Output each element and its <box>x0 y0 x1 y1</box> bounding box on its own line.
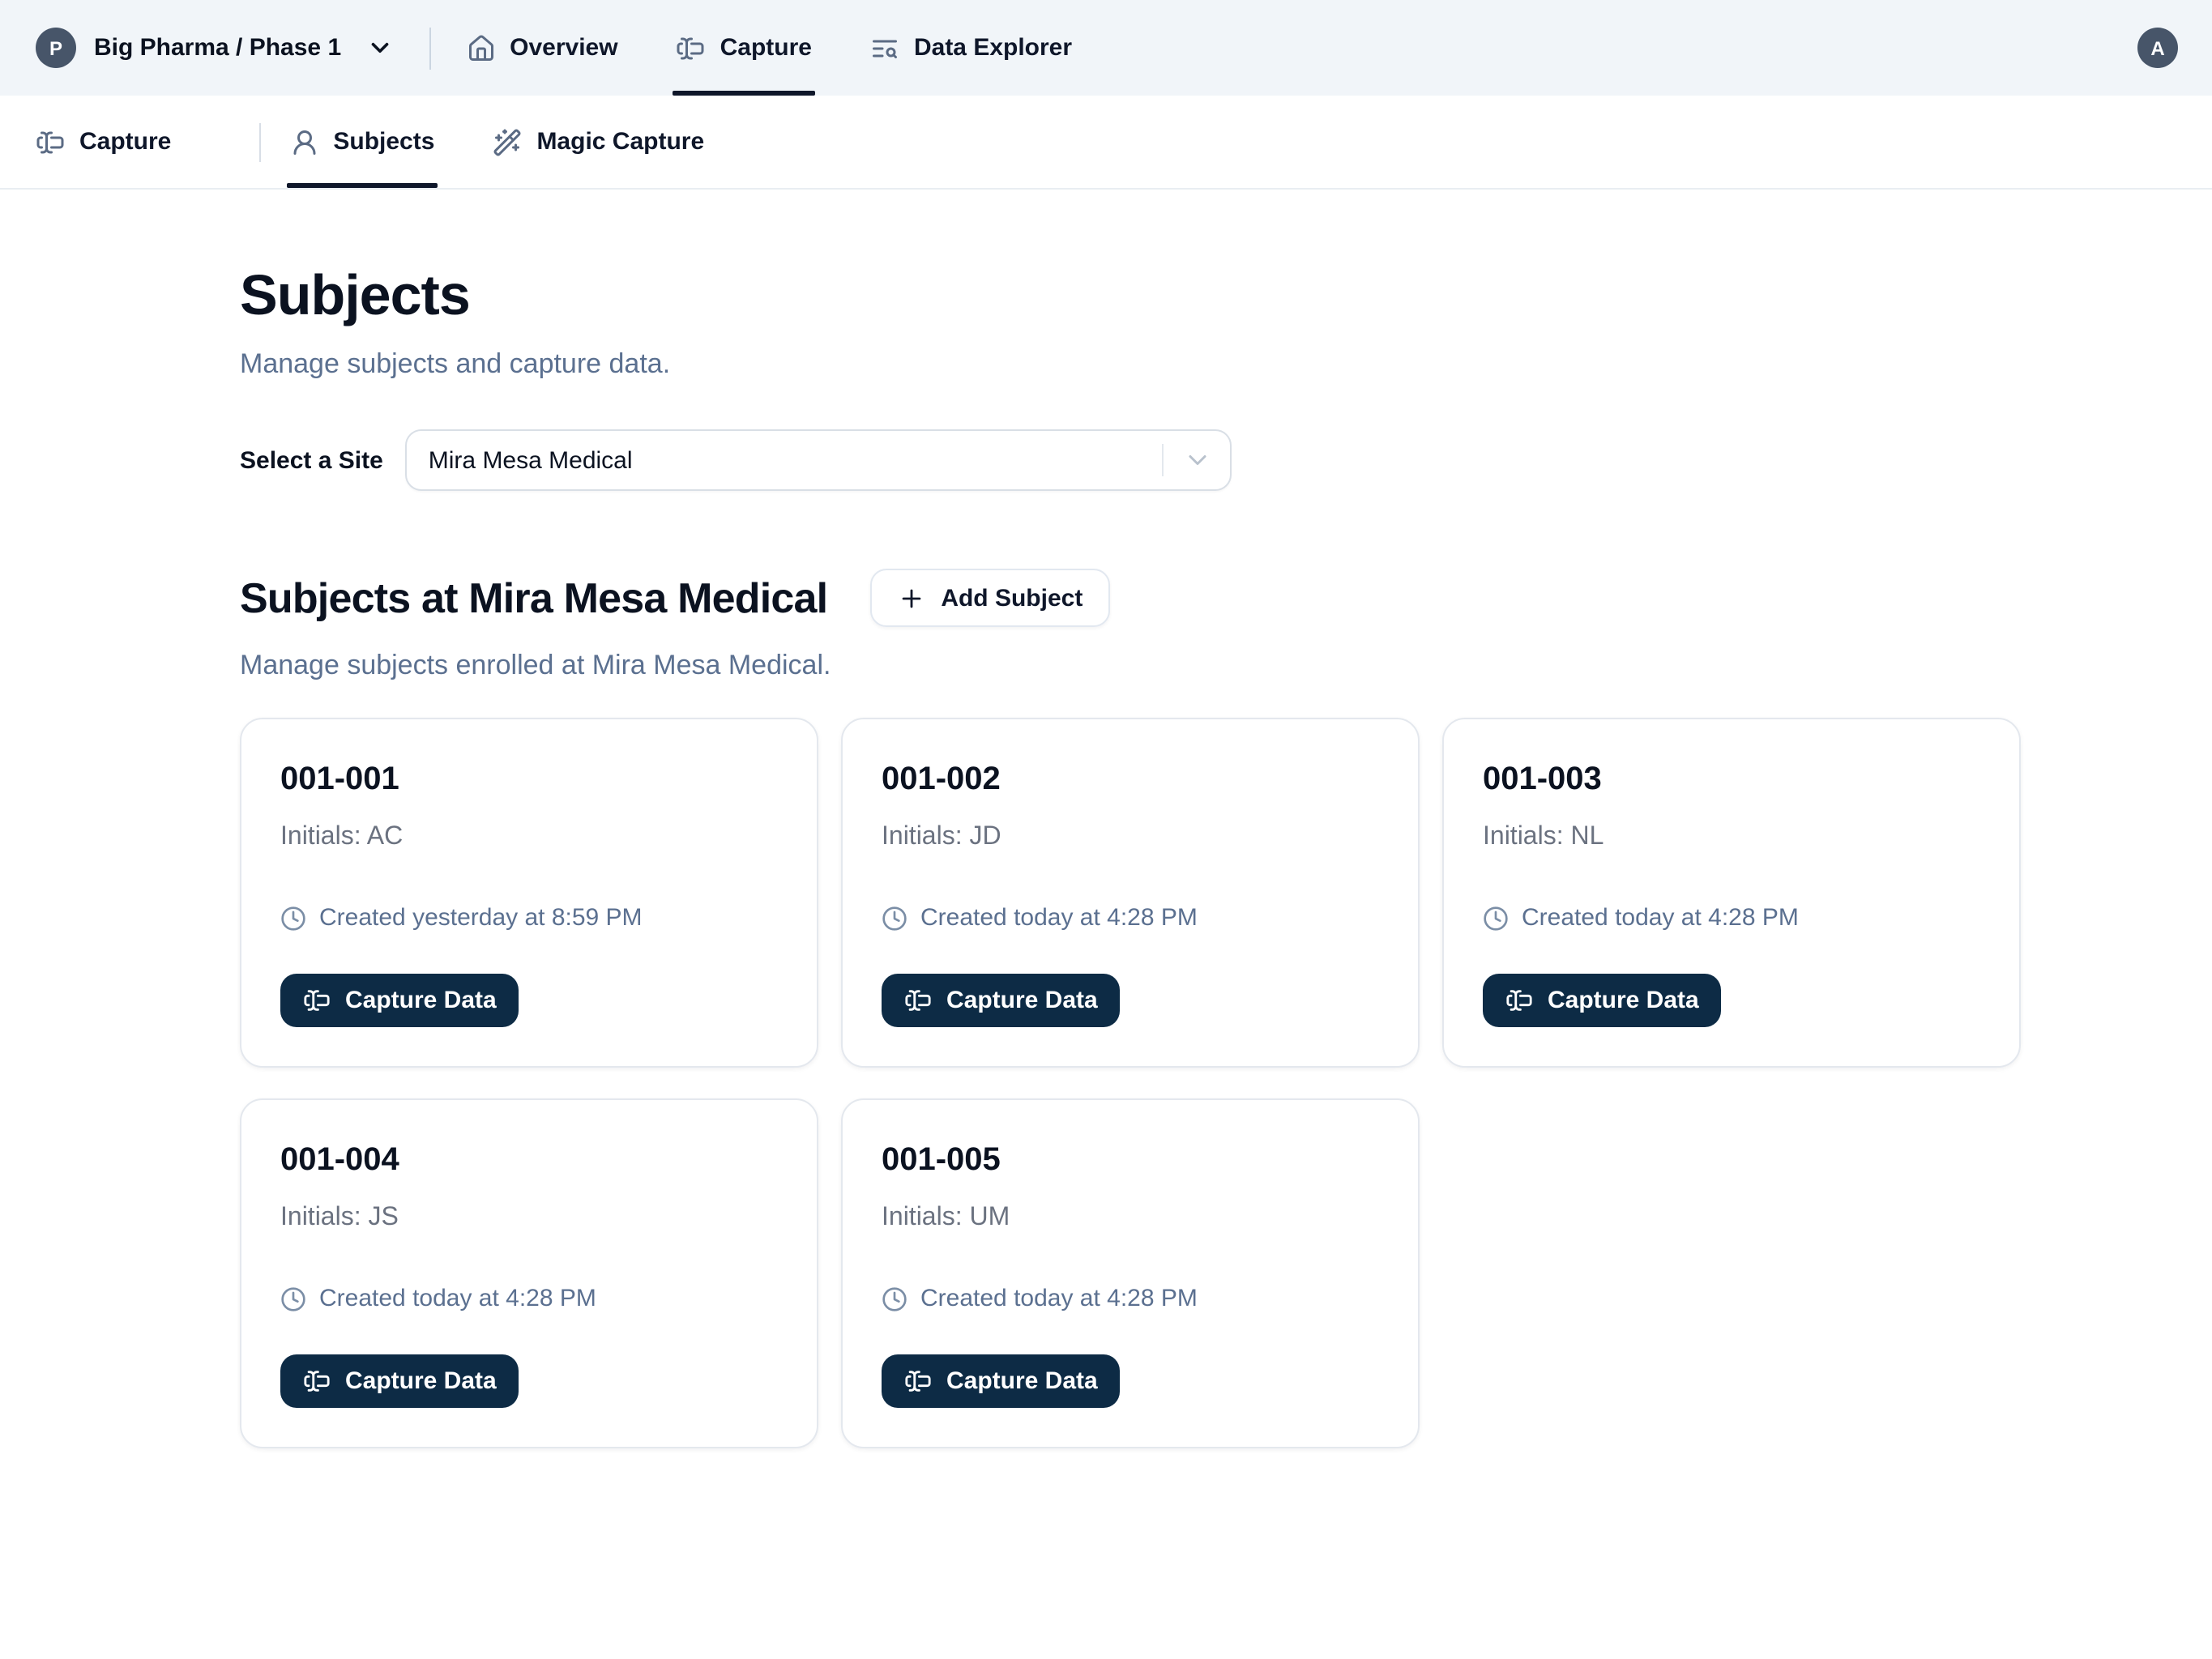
add-subject-button[interactable]: Add Subject <box>869 569 1110 627</box>
capture-data-button[interactable]: Capture Data <box>882 1354 1121 1408</box>
capture-data-label: Capture Data <box>1548 987 1699 1014</box>
subject-created-text: Created today at 4:28 PM <box>1522 904 1799 932</box>
site-select[interactable]: Mira Mesa Medical <box>406 429 1232 491</box>
add-subject-label: Add Subject <box>941 584 1083 612</box>
page-title: Subjects <box>240 264 2212 329</box>
wand-sparkles-icon <box>493 127 522 156</box>
nav-item-label: Data Explorer <box>914 34 1072 62</box>
clock-icon <box>280 905 306 931</box>
subject-created-row: Created today at 4:28 PM <box>1483 904 1799 932</box>
nav-item-capture[interactable]: Capture <box>677 0 812 96</box>
capture-data-button[interactable]: Capture Data <box>280 974 519 1027</box>
user-round-icon <box>289 127 318 156</box>
top-bar: P Big Pharma / Phase 1 Overview Capture <box>0 0 2212 96</box>
text-cursor-input-icon <box>904 1367 932 1395</box>
subject-id: 001-001 <box>280 761 399 799</box>
capture-data-label: Capture Data <box>946 1367 1098 1395</box>
subject-created-row: Created today at 4:28 PM <box>882 904 1198 932</box>
text-cursor-input-icon <box>303 1367 331 1395</box>
subject-card: 001-001 Initials: AC Created yesterday a… <box>240 718 818 1068</box>
section-title: Subjects at Mira Mesa Medical <box>240 573 827 623</box>
topbar-divider <box>429 27 430 69</box>
text-cursor-input-icon <box>303 987 331 1014</box>
clock-icon <box>280 1286 306 1311</box>
subject-created-text: Created today at 4:28 PM <box>920 904 1198 932</box>
subject-id: 001-002 <box>882 761 1001 799</box>
subject-id: 001-003 <box>1483 761 1602 799</box>
nav-item-label: Capture <box>720 34 812 62</box>
subject-created-row: Created yesterday at 8:59 PM <box>280 904 643 932</box>
subnav-item-subjects[interactable]: Subjects <box>289 96 434 188</box>
plus-icon <box>897 584 925 612</box>
subject-card: 001-003 Initials: NL Created today at 4:… <box>1442 718 2021 1068</box>
capture-data-button[interactable]: Capture Data <box>1483 974 1722 1027</box>
capture-data-button[interactable]: Capture Data <box>280 1354 519 1408</box>
subject-id: 001-005 <box>882 1142 1001 1179</box>
nav-item-label: Overview <box>510 34 617 62</box>
subject-created-text: Created yesterday at 8:59 PM <box>319 904 643 932</box>
subnav-item-label: Magic Capture <box>536 128 704 156</box>
main-content: Subjects Manage subjects and capture dat… <box>0 264 2212 1448</box>
subnav-divider <box>258 122 260 161</box>
subject-card: 001-005 Initials: UM Created today at 4:… <box>841 1098 1420 1448</box>
subject-card: 001-002 Initials: JD Created today at 4:… <box>841 718 1420 1068</box>
primary-nav: Overview Capture Data Explorer <box>466 0 1130 96</box>
project-name: Big Pharma / Phase 1 <box>94 34 341 62</box>
subject-initials: Initials: JS <box>280 1204 399 1233</box>
subject-created-text: Created today at 4:28 PM <box>319 1285 596 1312</box>
app-window: P Big Pharma / Phase 1 Overview Capture <box>0 0 2212 1659</box>
capture-data-button[interactable]: Capture Data <box>882 974 1121 1027</box>
list-search-icon <box>870 33 899 62</box>
house-icon <box>466 33 495 62</box>
section-subtitle: Manage subjects enrolled at Mira Mesa Me… <box>240 650 2212 682</box>
site-selector-row: Select a Site Mira Mesa Medical <box>240 429 2212 491</box>
subnav-item-magic-capture[interactable]: Magic Capture <box>493 96 704 188</box>
subnav-item-label: Subjects <box>333 128 434 156</box>
nav-item-data-explorer[interactable]: Data Explorer <box>870 0 1072 96</box>
subject-initials: Initials: JD <box>882 823 1001 852</box>
subject-initials: Initials: UM <box>882 1204 1010 1233</box>
site-selector-label: Select a Site <box>240 446 383 474</box>
subnav-item-capture[interactable]: Capture <box>36 96 171 188</box>
clock-icon <box>882 1286 907 1311</box>
section-header-row: Subjects at Mira Mesa Medical Add Subjec… <box>240 569 2212 627</box>
clock-icon <box>1483 905 1509 931</box>
subnav-item-label: Capture <box>79 128 171 156</box>
subject-card-grid: 001-001 Initials: AC Created yesterday a… <box>240 718 2212 1448</box>
text-cursor-input-icon <box>36 127 65 156</box>
subject-created-text: Created today at 4:28 PM <box>920 1285 1198 1312</box>
nav-item-overview[interactable]: Overview <box>466 0 617 96</box>
subject-created-row: Created today at 4:28 PM <box>882 1285 1198 1312</box>
text-cursor-input-icon <box>677 33 706 62</box>
subject-card: 001-004 Initials: JS Created today at 4:… <box>240 1098 818 1448</box>
text-cursor-input-icon <box>1505 987 1533 1014</box>
chevron-down-icon <box>365 34 393 62</box>
subject-initials: Initials: AC <box>280 823 403 852</box>
capture-sub-nav: Capture Subjects Magic Capture <box>0 96 2212 190</box>
subject-id: 001-004 <box>280 1142 399 1179</box>
page-subtitle: Manage subjects and capture data. <box>240 348 2212 381</box>
chevron-down-icon <box>1164 446 1231 475</box>
capture-data-label: Capture Data <box>946 987 1098 1014</box>
user-avatar[interactable]: A <box>2137 28 2178 68</box>
subject-created-row: Created today at 4:28 PM <box>280 1285 596 1312</box>
capture-data-label: Capture Data <box>345 1367 497 1395</box>
capture-data-label: Capture Data <box>345 987 497 1014</box>
subject-initials: Initials: NL <box>1483 823 1603 852</box>
project-avatar: P <box>36 28 76 68</box>
site-select-value: Mira Mesa Medical <box>429 446 633 474</box>
clock-icon <box>882 905 907 931</box>
project-switcher[interactable]: P Big Pharma / Phase 1 <box>36 0 393 96</box>
text-cursor-input-icon <box>904 987 932 1014</box>
